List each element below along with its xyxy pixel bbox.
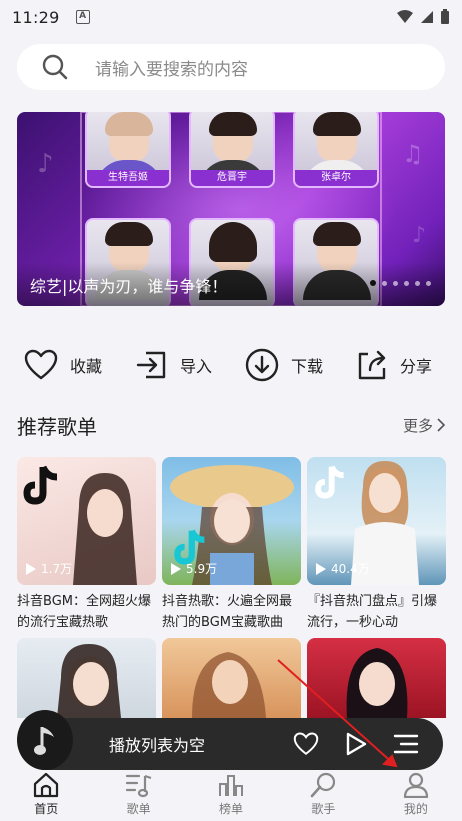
music-note-icon xyxy=(34,727,54,755)
tab-label: 歌单 xyxy=(126,802,151,816)
playlist-card[interactable] xyxy=(307,638,446,718)
playlist-card[interactable]: 40.4万 『抖音热门盘点』引爆流行，一秒心动 xyxy=(307,457,446,633)
battery-icon xyxy=(441,9,449,24)
svg-text:♪: ♪ xyxy=(37,149,54,179)
profile-icon xyxy=(403,772,428,798)
section-title: 推荐歌单 xyxy=(17,414,97,439)
share-icon xyxy=(358,350,386,380)
cellular-icon xyxy=(421,11,433,23)
recommend-section-header: 推荐歌单 更多 xyxy=(17,410,445,440)
status-bar: 11:29 A xyxy=(0,0,462,34)
tab-singers[interactable]: 歌手 xyxy=(277,770,369,821)
album-art[interactable] xyxy=(17,710,73,770)
search-icon xyxy=(42,54,68,80)
tab-profile[interactable]: 我的 xyxy=(370,770,462,821)
play-count: 40.4万 xyxy=(315,560,370,577)
status-icons xyxy=(396,9,450,25)
home-icon xyxy=(34,772,59,798)
player-status: 播放列表为空 xyxy=(109,736,206,755)
play-icon xyxy=(171,562,181,575)
carousel-dot xyxy=(370,280,376,286)
playlist-cover: 1.7万 xyxy=(17,457,156,585)
play-button-icon[interactable] xyxy=(343,731,369,757)
tab-home[interactable]: 首页 xyxy=(0,770,92,821)
chevron-right-icon xyxy=(437,418,445,432)
playlist-card[interactable] xyxy=(17,638,156,718)
download-icon xyxy=(245,348,279,382)
playlist-title: 『抖音热门盘点』引爆流行，一秒心动 xyxy=(307,594,438,630)
more-link[interactable]: 更多 xyxy=(403,415,445,436)
play-icon xyxy=(316,562,326,575)
download-label: 下载 xyxy=(291,357,324,376)
playlist-card[interactable] xyxy=(162,638,301,718)
playlist-cover: 5.9万 xyxy=(162,457,301,585)
playlist-title: 抖音BGM：全网超火爆的流行宝藏热歌 xyxy=(17,594,151,630)
svg-text:♫: ♫ xyxy=(402,140,424,168)
carousel-dot xyxy=(415,280,420,286)
carousel-dot xyxy=(426,280,431,286)
import-label: 导入 xyxy=(180,357,213,376)
tab-label: 我的 xyxy=(403,802,428,816)
download-button[interactable]: 下载 xyxy=(245,340,323,390)
artist-name: 生特吾姬 xyxy=(87,170,169,186)
tiktok-logo-icon xyxy=(23,465,58,505)
artist-name: 危晋宇 xyxy=(191,170,273,186)
share-button[interactable]: 分享 xyxy=(356,340,432,390)
chart-icon xyxy=(219,775,244,796)
playlist-cover: 40.4万 xyxy=(307,457,446,585)
carousel-dot xyxy=(404,280,409,286)
playlist-title: 抖音热歌：火遍全网最热门的BGM宝藏歌曲 xyxy=(162,594,293,630)
heart-icon xyxy=(24,349,58,380)
search-placeholder: 请输入要搜索的内容 xyxy=(95,59,248,80)
playlist-card[interactable]: 5.9万 抖音热歌：火遍全网最热门的BGM宝藏歌曲 xyxy=(162,457,301,633)
favorite-label: 收藏 xyxy=(70,357,103,376)
banner-caption: 综艺|以声为刃，谁与争锋！ xyxy=(30,277,228,296)
like-icon[interactable] xyxy=(293,732,319,756)
status-time: 11:29 xyxy=(12,7,60,27)
bottom-tab-bar: 首页 歌单 榜单 歌手 我的 xyxy=(0,770,462,821)
svg-text:♪: ♪ xyxy=(412,223,426,248)
search-input[interactable]: 请输入要搜索的内容 xyxy=(17,44,445,90)
carousel-dot xyxy=(382,280,387,286)
banner-carousel[interactable]: ♪ ♫ ♪ 生特吾姬 危晋宇 张卓尔 综艺|以声为刃，谁与争锋！ xyxy=(17,112,445,306)
music-list-icon xyxy=(125,774,151,798)
tab-label: 歌手 xyxy=(311,802,336,816)
favorite-button[interactable]: 收藏 xyxy=(24,340,102,390)
banner-artist-card: 危晋宇 xyxy=(189,112,275,188)
banner-artist-card: 生特吾姬 xyxy=(85,112,171,188)
playlist-card[interactable]: 1.7万 抖音BGM：全网超火爆的流行宝藏热歌 xyxy=(17,457,156,633)
status-notification-icon: A xyxy=(75,10,90,24)
carousel-indicator xyxy=(370,280,431,286)
tiktok-logo-icon xyxy=(315,465,344,499)
tab-label: 首页 xyxy=(34,802,59,816)
banner-artist-card: 张卓尔 xyxy=(293,112,379,188)
share-label: 分享 xyxy=(400,357,433,376)
artist-name: 张卓尔 xyxy=(295,170,377,186)
quick-actions: 收藏 导入 下载 分享 xyxy=(0,340,462,390)
playlist-icon[interactable] xyxy=(393,733,419,755)
play-count: 5.9万 xyxy=(170,560,217,577)
more-label: 更多 xyxy=(402,416,433,435)
carousel-dot xyxy=(393,280,398,286)
tab-playlists[interactable]: 歌单 xyxy=(92,770,184,821)
wifi-icon xyxy=(397,10,413,23)
singer-icon xyxy=(311,772,336,798)
play-count: 1.7万 xyxy=(25,560,72,577)
import-icon xyxy=(136,351,166,379)
play-icon xyxy=(26,562,36,575)
tab-charts[interactable]: 榜单 xyxy=(185,770,277,821)
mini-player[interactable]: 播放列表为空 xyxy=(17,710,443,770)
tab-label: 榜单 xyxy=(219,802,244,816)
import-button[interactable]: 导入 xyxy=(136,340,212,390)
